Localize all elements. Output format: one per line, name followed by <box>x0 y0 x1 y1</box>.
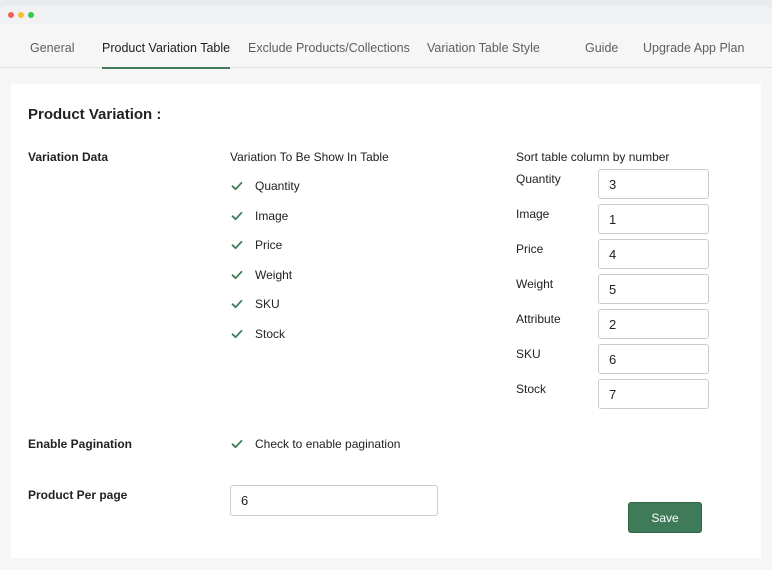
sort-image-input[interactable] <box>598 204 709 234</box>
sort-sku-input[interactable] <box>598 344 709 374</box>
tab-upgrade-app-plan[interactable]: Upgrade App Plan <box>643 24 744 68</box>
sort-stock-label: Stock <box>516 382 547 396</box>
minimize-window-icon[interactable] <box>18 12 24 18</box>
maximize-window-icon[interactable] <box>28 12 34 18</box>
sort-price-label: Price <box>516 242 544 256</box>
title-bar <box>0 6 772 24</box>
tab-guide[interactable]: Guide <box>585 24 618 68</box>
show-image-option[interactable]: Image <box>230 208 288 224</box>
app-window: General Product Variation Table Exclude … <box>0 6 772 570</box>
show-sku-option[interactable]: SKU <box>230 296 280 312</box>
close-window-icon[interactable] <box>8 12 14 18</box>
show-quantity-label: Quantity <box>255 179 300 193</box>
sort-sku-label: SKU <box>516 347 541 361</box>
variation-data-label: Variation Data <box>28 150 109 164</box>
sort-weight-label: Weight <box>516 277 554 291</box>
checkmark-icon[interactable] <box>230 268 244 282</box>
show-quantity-option[interactable]: Quantity <box>230 178 300 194</box>
tab-exclude-products-collections[interactable]: Exclude Products/Collections <box>248 24 410 68</box>
sort-image-label: Image <box>516 207 550 221</box>
show-stock-option[interactable]: Stock <box>230 326 285 342</box>
enable-pagination-checkbox-label: Check to enable pagination <box>255 437 401 451</box>
checkmark-icon[interactable] <box>230 238 244 252</box>
tab-variation-table-style[interactable]: Variation Table Style <box>427 24 540 68</box>
product-per-page-label: Product Per page <box>28 488 128 502</box>
show-weight-label: Weight <box>255 268 293 282</box>
checkmark-icon[interactable] <box>230 209 244 223</box>
checkmark-icon[interactable] <box>230 179 244 193</box>
tab-general[interactable]: General <box>30 24 74 68</box>
section-title: Product Variation : <box>28 106 162 123</box>
show-sku-label: SKU <box>255 297 280 311</box>
sort-stock-input[interactable] <box>598 379 709 409</box>
sort-attribute-label: Attribute <box>516 312 561 326</box>
sort-heading: Sort table column by number <box>516 150 670 164</box>
checkmark-icon[interactable] <box>230 297 244 311</box>
show-image-label: Image <box>255 209 289 223</box>
product-per-page-input[interactable] <box>230 485 438 516</box>
show-in-table-heading: Variation To Be Show In Table <box>230 150 389 164</box>
settings-card: Product Variation : Variation Data Varia… <box>11 84 761 558</box>
sort-attribute-input[interactable] <box>598 309 709 339</box>
sort-price-input[interactable] <box>598 239 709 269</box>
show-price-label: Price <box>255 238 283 252</box>
sort-quantity-input[interactable] <box>598 169 709 199</box>
sort-weight-input[interactable] <box>598 274 709 304</box>
enable-pagination-option[interactable]: Check to enable pagination <box>230 436 400 452</box>
tab-bar: General Product Variation Table Exclude … <box>0 24 772 69</box>
save-button[interactable]: Save <box>628 502 702 533</box>
show-weight-option[interactable]: Weight <box>230 267 292 283</box>
checkmark-icon[interactable] <box>230 327 244 341</box>
sort-quantity-label: Quantity <box>516 172 561 186</box>
show-stock-label: Stock <box>255 327 286 341</box>
enable-pagination-label: Enable Pagination <box>28 437 133 451</box>
tab-product-variation-table[interactable]: Product Variation Table <box>102 24 231 69</box>
checkmark-icon[interactable] <box>230 437 244 451</box>
show-price-option[interactable]: Price <box>230 237 282 253</box>
